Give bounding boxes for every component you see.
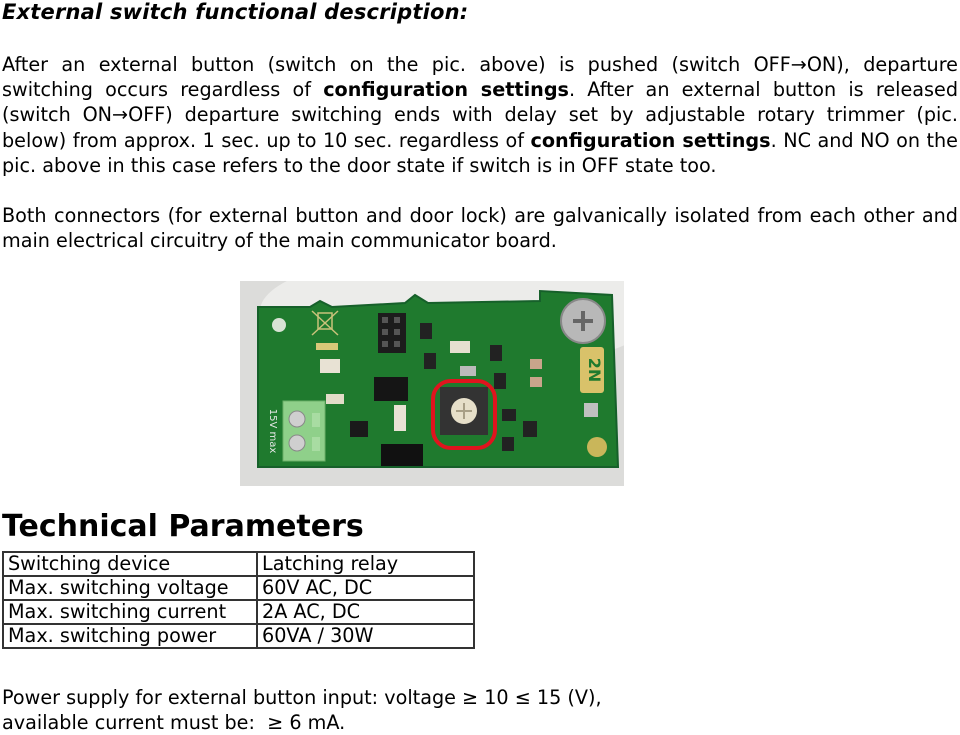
voltage-label: 15V max [267,409,278,454]
tech-heading: Technical Parameters [2,509,364,544]
functional-description-paragraph: After an external button (switch on the … [2,52,958,178]
power-supply-voltage: Power supply for external button input: … [2,686,602,709]
param-name: Max. switching power [2,623,258,649]
brand-logo: 2N [585,358,604,383]
bold-term: configuration settings [530,128,771,152]
power-supply-current: available current must be: ≥ 6 mA. [2,711,346,734]
table-row: Max. switching voltage 60V AC, DC [2,575,475,601]
param-name: Max. switching voltage [2,575,258,601]
param-value: 2A AC, DC [256,599,475,625]
power-supply-note: Power supply for external button input: … [2,685,602,735]
isolation-paragraph: Both connectors (for external button and… [2,204,958,253]
param-value: 60VA / 30W [256,623,475,649]
section-heading: External switch functional description: [2,0,469,24]
bold-term: configuration settings [323,78,569,102]
param-name: Switching device [2,551,258,577]
pcb-photo: 2N 15V max [240,251,660,486]
table-row: Max. switching current 2A AC, DC [2,599,475,625]
param-value: 60V AC, DC [256,575,475,601]
pcb-illustration: 2N 15V max [240,251,660,486]
param-name: Max. switching current [2,599,258,625]
table-row: Switching device Latching relay [2,551,475,577]
param-value: Latching relay [256,551,475,577]
technical-parameters-table: Switching device Latching relay Max. swi… [2,551,475,649]
table-row: Max. switching power 60VA / 30W [2,623,475,649]
